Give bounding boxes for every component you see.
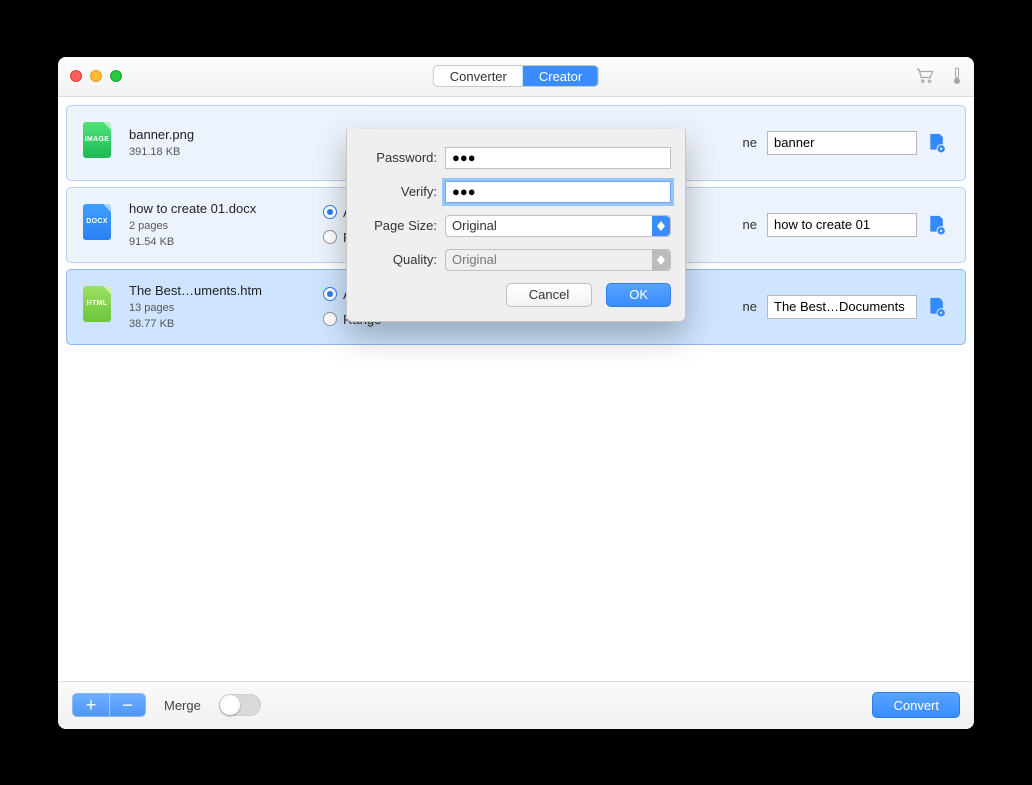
mode-segmented-control: Converter Creator bbox=[433, 65, 599, 87]
file-name: The Best…uments.htm bbox=[129, 283, 309, 298]
output-name-label-fragment: ne bbox=[743, 135, 757, 150]
file-settings-icon[interactable] bbox=[927, 296, 947, 318]
verify-input[interactable] bbox=[445, 181, 671, 203]
quality-label: Quality: bbox=[361, 252, 437, 267]
verify-label: Verify: bbox=[361, 184, 437, 199]
file-name: how to create 01.docx bbox=[129, 201, 309, 216]
select-arrows-icon bbox=[652, 250, 670, 270]
zoom-window-button[interactable] bbox=[110, 70, 122, 82]
file-type-icon: DOCX bbox=[79, 198, 115, 252]
cart-icon[interactable] bbox=[916, 68, 934, 84]
file-size: 391.18 KB bbox=[129, 146, 309, 158]
file-settings-icon[interactable] bbox=[927, 214, 947, 236]
file-size: 91.54 KB bbox=[129, 236, 309, 248]
page-size-select[interactable]: Original bbox=[445, 215, 671, 237]
add-remove-control: + − bbox=[72, 693, 146, 717]
cancel-button[interactable]: Cancel bbox=[506, 283, 592, 307]
close-window-button[interactable] bbox=[70, 70, 82, 82]
remove-file-button[interactable]: − bbox=[109, 694, 145, 716]
ok-button[interactable]: OK bbox=[606, 283, 671, 307]
add-file-button[interactable]: + bbox=[73, 694, 109, 716]
page-size-label: Page Size: bbox=[361, 218, 437, 233]
merge-label: Merge bbox=[164, 698, 201, 713]
creator-tab[interactable]: Creator bbox=[523, 66, 598, 86]
merge-toggle[interactable] bbox=[219, 694, 261, 716]
minimize-window-button[interactable] bbox=[90, 70, 102, 82]
file-type-icon: IMAGE bbox=[79, 116, 115, 170]
password-label: Password: bbox=[361, 150, 437, 165]
file-name: banner.png bbox=[129, 127, 309, 142]
file-size: 38.77 KB bbox=[129, 318, 309, 330]
file-pages: 2 pages bbox=[129, 220, 309, 232]
file-type-icon: HTML bbox=[79, 280, 115, 334]
password-input[interactable] bbox=[445, 147, 671, 169]
file-pages: 13 pages bbox=[129, 302, 309, 314]
output-name-label-fragment: ne bbox=[743, 299, 757, 314]
convert-button[interactable]: Convert bbox=[872, 692, 960, 718]
window-controls bbox=[70, 70, 122, 82]
converter-tab[interactable]: Converter bbox=[434, 66, 523, 86]
footer-toolbar: + − Merge Convert bbox=[58, 681, 974, 729]
settings-sheet: Password: Verify: Page Size: Original Qu… bbox=[346, 129, 686, 322]
file-settings-icon[interactable] bbox=[927, 132, 947, 154]
output-name-label-fragment: ne bbox=[743, 217, 757, 232]
output-name-input[interactable] bbox=[767, 131, 917, 155]
titlebar: Converter Creator bbox=[58, 57, 974, 97]
output-name-input[interactable] bbox=[767, 213, 917, 237]
thermometer-icon[interactable] bbox=[952, 67, 962, 85]
quality-select[interactable]: Original bbox=[445, 249, 671, 271]
select-arrows-icon bbox=[652, 216, 670, 236]
output-name-input[interactable] bbox=[767, 295, 917, 319]
